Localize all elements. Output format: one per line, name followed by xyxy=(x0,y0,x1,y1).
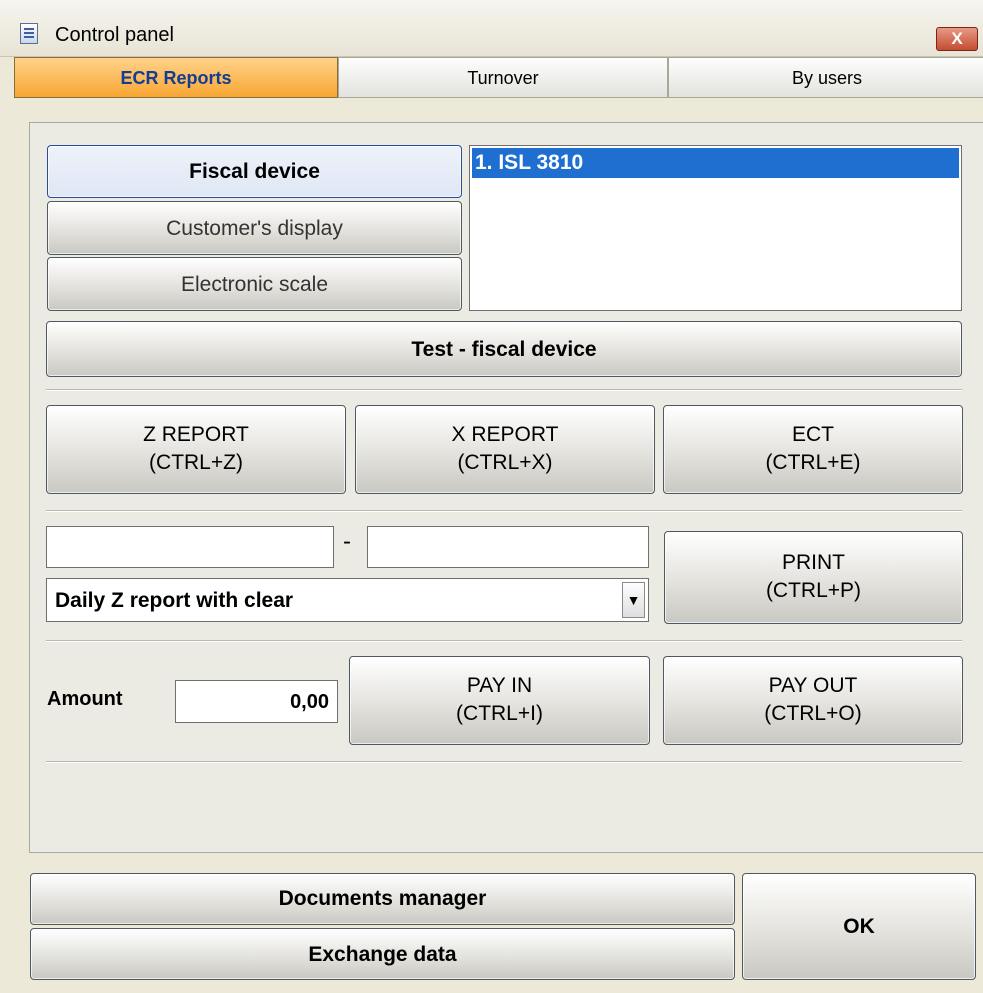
ok-button[interactable]: OK xyxy=(742,873,976,980)
tab-by-users[interactable]: By users xyxy=(668,57,983,98)
button-shortcut: (CTRL+O) xyxy=(764,702,862,725)
documents-manager-button[interactable]: Documents manager xyxy=(30,873,735,925)
date-to-field[interactable] xyxy=(367,526,649,568)
list-item[interactable]: 1. ISL 3810 xyxy=(472,148,959,178)
window-title: Control panel xyxy=(55,24,174,46)
section-divider xyxy=(46,640,962,642)
amount-value: 0,00 xyxy=(290,691,329,713)
button-label: PAY IN xyxy=(466,674,533,697)
print-button[interactable]: PRINT (CTRL+P) xyxy=(664,531,963,624)
ect-button[interactable]: ECT (CTRL+E) xyxy=(663,405,963,494)
control-panel-window: Control panel X ECR Reports Turnover By … xyxy=(0,0,983,993)
button-shortcut: (CTRL+P) xyxy=(765,579,862,602)
test-fiscal-device-button[interactable]: Test - fiscal device xyxy=(46,321,962,377)
button-label: ECT xyxy=(792,423,834,446)
report-type-value: Daily Z report with clear xyxy=(55,589,294,612)
chevron-down-icon[interactable]: ▼ xyxy=(622,582,645,618)
range-separator: - xyxy=(343,528,351,555)
electronic-scale-button[interactable]: Electronic scale xyxy=(47,257,462,311)
section-divider xyxy=(46,761,962,763)
button-label: PRINT xyxy=(782,551,845,574)
button-shortcut: (CTRL+X) xyxy=(457,451,553,474)
date-from-field[interactable] xyxy=(46,526,334,568)
button-shortcut: (CTRL+E) xyxy=(765,451,861,474)
tab-turnover[interactable]: Turnover xyxy=(338,57,668,98)
tab-ecr-reports[interactable]: ECR Reports xyxy=(14,57,338,98)
amount-field[interactable]: 0,00 xyxy=(175,680,338,723)
device-listbox[interactable]: 1. ISL 3810 xyxy=(469,145,962,311)
z-report-button[interactable]: Z REPORT (CTRL+Z) xyxy=(46,405,346,494)
pay-out-button[interactable]: PAY OUT (CTRL+O) xyxy=(663,656,963,745)
report-type-select[interactable]: Daily Z report with clear ▼ xyxy=(46,578,649,622)
pay-in-button[interactable]: PAY IN (CTRL+I) xyxy=(349,656,650,745)
section-divider xyxy=(46,510,962,512)
section-divider xyxy=(46,389,962,391)
fiscal-device-button[interactable]: Fiscal device xyxy=(47,145,462,198)
button-shortcut: (CTRL+I) xyxy=(456,702,543,725)
exchange-data-button[interactable]: Exchange data xyxy=(30,928,735,980)
amount-label: Amount xyxy=(47,688,123,710)
button-label: X REPORT xyxy=(451,423,559,446)
title-bar: Control panel X xyxy=(0,0,983,57)
x-report-button[interactable]: X REPORT (CTRL+X) xyxy=(355,405,655,494)
customers-display-button[interactable]: Customer's display xyxy=(47,201,462,255)
tab-strip: ECR Reports Turnover By users xyxy=(14,57,983,101)
button-label: PAY OUT xyxy=(768,674,858,697)
button-label: Z REPORT xyxy=(143,423,249,446)
close-button[interactable]: X xyxy=(936,27,978,51)
button-shortcut: (CTRL+Z) xyxy=(149,451,243,474)
document-icon xyxy=(20,23,38,44)
